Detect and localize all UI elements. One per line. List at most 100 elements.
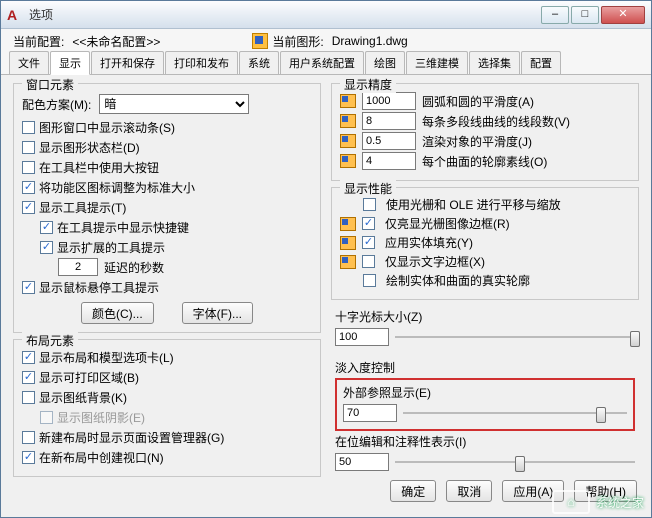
- tab-7[interactable]: 三维建模: [406, 51, 468, 74]
- tab-5[interactable]: 用户系统配置: [280, 51, 364, 74]
- checkbox-label: 显示可打印区域(B): [39, 369, 139, 386]
- setting-icon: [340, 114, 356, 128]
- checkbox[interactable]: [22, 371, 35, 384]
- colors-button[interactable]: 颜色(C)...: [81, 302, 154, 324]
- checkbox[interactable]: [40, 241, 53, 254]
- setting-icon: [340, 94, 356, 108]
- drawing-icon: [252, 33, 268, 49]
- crosshair-slider[interactable]: [395, 329, 635, 345]
- crosshair-label: 十字光标大小(Z): [335, 308, 635, 325]
- checkbox-label: 应用实体填充(Y): [385, 234, 473, 251]
- checkbox-label: 图形窗口中显示滚动条(S): [39, 119, 175, 136]
- resolution-input[interactable]: [362, 152, 416, 170]
- mouse-hover-tooltip-label: 显示鼠标悬停工具提示: [39, 279, 159, 296]
- resolution-input[interactable]: [362, 92, 416, 110]
- watermark: ⌂ 系统之家: [552, 490, 644, 514]
- checkbox[interactable]: [22, 351, 35, 364]
- checkbox[interactable]: [22, 181, 35, 194]
- tab-6[interactable]: 绘图: [365, 51, 405, 74]
- titlebar: A 选项 – □ ✕: [1, 1, 651, 29]
- checkbox[interactable]: [362, 236, 375, 249]
- resolution-input[interactable]: [362, 132, 416, 150]
- checkbox[interactable]: [22, 281, 35, 294]
- setting-icon: [340, 217, 356, 231]
- setting-icon: [340, 255, 356, 269]
- checkbox[interactable]: [363, 198, 376, 211]
- checkbox: [40, 411, 53, 424]
- checkbox-label: 显示图形状态栏(D): [39, 139, 140, 156]
- watermark-text: 系统之家: [596, 494, 644, 511]
- checkbox[interactable]: [363, 274, 376, 287]
- group-display-performance: 显示性能 使用光栅和 OLE 进行平移与缩放仅亮显光栅图像边框(R)应用实体填充…: [331, 187, 639, 300]
- checkbox[interactable]: [22, 141, 35, 154]
- setting-icon: [340, 236, 356, 250]
- checkbox-label: 仅显示文字边框(X): [385, 253, 485, 270]
- watermark-logo-icon: ⌂: [552, 490, 590, 514]
- maximize-button[interactable]: □: [571, 6, 599, 24]
- tab-1[interactable]: 显示: [50, 51, 90, 75]
- group-title: 窗口元素: [22, 76, 78, 93]
- xref-display-input[interactable]: [343, 404, 397, 422]
- delay-seconds-input[interactable]: [58, 258, 98, 276]
- group-layout-elements: 布局元素 显示布局和模型选项卡(L)显示可打印区域(B)显示图纸背景(K)显示图…: [13, 339, 321, 477]
- checkbox-label: 在工具栏中使用大按钮: [39, 159, 159, 176]
- current-profile-value: <<未命名配置>>: [72, 33, 252, 50]
- checkbox-label: 使用光栅和 OLE 进行平移与缩放: [386, 196, 561, 213]
- inplace-edit-label: 在位编辑和注释性表示(I): [335, 433, 635, 450]
- setting-icon: [340, 134, 356, 148]
- tab-9[interactable]: 配置: [521, 51, 561, 74]
- resolution-input[interactable]: [362, 112, 416, 130]
- group-display-resolution: 显示精度 圆弧和圆的平滑度(A)每条多段线曲线的线段数(V)渲染对象的平滑度(J…: [331, 83, 639, 181]
- checkbox[interactable]: [22, 451, 35, 464]
- group-title: 显示性能: [340, 180, 396, 197]
- checkbox-label: 将功能区图标调整为标准大小: [39, 179, 195, 196]
- checkbox[interactable]: [22, 201, 35, 214]
- checkbox-label: 显示图纸背景(K): [39, 389, 127, 406]
- checkbox-label: 显示图纸阴影(E): [57, 409, 145, 426]
- checkbox[interactable]: [362, 255, 375, 268]
- color-scheme-select[interactable]: 暗: [99, 94, 249, 114]
- checkbox[interactable]: [22, 431, 35, 444]
- checkbox-label: 显示扩展的工具提示: [57, 239, 165, 256]
- fonts-button[interactable]: 字体(F)...: [182, 302, 253, 324]
- tab-0[interactable]: 文件: [9, 51, 49, 74]
- setting-icon: [340, 154, 356, 168]
- tab-3[interactable]: 打印和发布: [165, 51, 238, 74]
- tabstrip: 文件显示打开和保存打印和发布系统用户系统配置绘图三维建模选择集配置: [1, 53, 651, 75]
- window-title: 选项: [29, 6, 539, 23]
- checkbox-label: 在新布局中创建视口(N): [39, 449, 164, 466]
- resolution-label: 圆弧和圆的平滑度(A): [422, 93, 534, 110]
- checkbox-label: 显示工具提示(T): [39, 199, 126, 216]
- resolution-label: 每个曲面的轮廓素线(O): [422, 153, 547, 170]
- checkbox-label: 在工具提示中显示快捷键: [57, 219, 189, 236]
- tab-4[interactable]: 系统: [239, 51, 279, 74]
- delay-seconds-label: 延迟的秒数: [104, 259, 164, 276]
- resolution-label: 渲染对象的平滑度(J): [422, 133, 532, 150]
- checkbox[interactable]: [22, 161, 35, 174]
- checkbox[interactable]: [22, 121, 35, 134]
- checkbox[interactable]: [22, 391, 35, 404]
- group-crosshair-size: 十字光标大小(Z): [331, 306, 639, 351]
- crosshair-size-input[interactable]: [335, 328, 389, 346]
- inplace-edit-input[interactable]: [335, 453, 389, 471]
- checkbox-label: 绘制实体和曲面的真实轮廓: [386, 272, 530, 289]
- checkbox-label: 仅亮显光栅图像边框(R): [385, 215, 510, 232]
- close-button[interactable]: ✕: [601, 6, 645, 24]
- checkbox[interactable]: [40, 221, 53, 234]
- minimize-button[interactable]: –: [541, 6, 569, 24]
- checkbox-label: 显示布局和模型选项卡(L): [39, 349, 174, 366]
- tab-8[interactable]: 选择集: [469, 51, 520, 74]
- current-drawing-label: 当前图形:: [272, 33, 323, 50]
- ok-button[interactable]: 确定: [390, 480, 436, 502]
- xref-highlight-box: 外部参照显示(E): [335, 378, 635, 431]
- color-scheme-label: 配色方案(M):: [22, 96, 91, 113]
- group-window-elements: 窗口元素 配色方案(M): 暗 图形窗口中显示滚动条(S)显示图形状态栏(D)在…: [13, 83, 321, 333]
- config-row: 当前配置: <<未命名配置>> 当前图形: Drawing1.dwg: [1, 29, 651, 53]
- cancel-button[interactable]: 取消: [446, 480, 492, 502]
- xref-display-label: 外部参照显示(E): [343, 384, 627, 401]
- xref-slider[interactable]: [403, 405, 627, 421]
- inplace-slider[interactable]: [395, 454, 635, 470]
- checkbox[interactable]: [362, 217, 375, 230]
- tab-2[interactable]: 打开和保存: [91, 51, 164, 74]
- current-profile-label: 当前配置:: [13, 33, 64, 50]
